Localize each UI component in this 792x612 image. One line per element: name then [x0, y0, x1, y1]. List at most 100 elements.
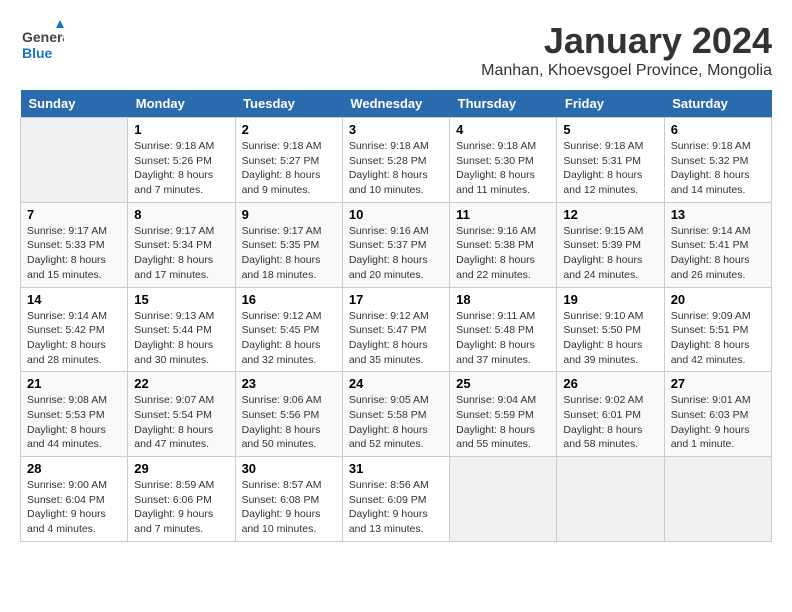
day-number: 16 [242, 292, 336, 307]
day-info: Sunrise: 9:00 AMSunset: 6:04 PMDaylight:… [27, 478, 121, 537]
calendar-cell: 25 Sunrise: 9:04 AMSunset: 5:59 PMDayligh… [450, 372, 557, 457]
calendar-cell: 11Sunrise: 9:16 AMSunset: 5:38 PMDayligh… [450, 202, 557, 287]
calendar-cell [664, 457, 771, 542]
day-info: Sunrise: 9:07 AMSunset: 5:54 PMDaylight:… [134, 393, 228, 452]
day-number: 27 [671, 376, 765, 391]
day-number: 25 [456, 376, 550, 391]
day-number: 9 [242, 207, 336, 222]
day-info: Sunrise: 9:18 AMSunset: 5:27 PMDaylight:… [242, 139, 336, 198]
calendar-day-header: Monday [128, 90, 235, 118]
day-number: 12 [563, 207, 657, 222]
calendar-cell: 18 Sunrise: 9:11 AMSunset: 5:48 PMDayligh… [450, 287, 557, 372]
main-title: January 2024 [481, 20, 772, 62]
day-info: Sunrise: 9:18 AMSunset: 5:30 PMDaylight:… [456, 139, 550, 198]
day-info: Sunrise: 9:11 AMSunset: 5:48 PMDaylight:… [456, 309, 550, 368]
day-number: 26 [563, 376, 657, 391]
day-info: Sunrise: 9:17 AMSunset: 5:33 PMDaylight:… [27, 224, 121, 283]
day-info: Sunrise: 9:16 AMSunset: 5:38 PMDaylight:… [456, 224, 550, 283]
day-number: 23 [242, 376, 336, 391]
calendar-cell: 21 Sunrise: 9:08 AMSunset: 5:53 PMDayligh… [21, 372, 128, 457]
calendar-day-header: Saturday [664, 90, 771, 118]
calendar-cell: 14Sunrise: 9:14 AMSunset: 5:42 PMDayligh… [21, 287, 128, 372]
day-number: 30 [242, 461, 336, 476]
day-info: Sunrise: 9:15 AMSunset: 5:39 PMDaylight:… [563, 224, 657, 283]
calendar-cell: 12 Sunrise: 9:15 AMSunset: 5:39 PMDayligh… [557, 202, 664, 287]
calendar-cell: 4 Sunrise: 9:18 AMSunset: 5:30 PMDaylight… [450, 118, 557, 203]
day-number: 21 [27, 376, 121, 391]
day-number: 28 [27, 461, 121, 476]
calendar-cell: 6 Sunrise: 9:18 AMSunset: 5:32 PMDaylight… [664, 118, 771, 203]
calendar-cell: 9 Sunrise: 9:17 AMSunset: 5:35 PMDaylight… [235, 202, 342, 287]
day-info: Sunrise: 9:18 AMSunset: 5:28 PMDaylight:… [349, 139, 443, 198]
day-info: Sunrise: 9:18 AMSunset: 5:32 PMDaylight:… [671, 139, 765, 198]
day-info: Sunrise: 9:17 AMSunset: 5:35 PMDaylight:… [242, 224, 336, 283]
calendar-day-header: Sunday [21, 90, 128, 118]
calendar-cell [21, 118, 128, 203]
day-number: 10 [349, 207, 443, 222]
logo: General Blue [20, 20, 64, 64]
day-info: Sunrise: 8:59 AMSunset: 6:06 PMDaylight:… [134, 478, 228, 537]
calendar-cell: 13Sunrise: 9:14 AMSunset: 5:41 PMDayligh… [664, 202, 771, 287]
calendar-week-row: 14Sunrise: 9:14 AMSunset: 5:42 PMDayligh… [21, 287, 772, 372]
day-info: Sunrise: 9:02 AMSunset: 6:01 PMDaylight:… [563, 393, 657, 452]
day-info: Sunrise: 9:14 AMSunset: 5:41 PMDaylight:… [671, 224, 765, 283]
day-number: 17 [349, 292, 443, 307]
day-info: Sunrise: 9:09 AMSunset: 5:51 PMDaylight:… [671, 309, 765, 368]
day-number: 7 [27, 207, 121, 222]
calendar-cell: 22 Sunrise: 9:07 AMSunset: 5:54 PMDayligh… [128, 372, 235, 457]
calendar-cell: 31Sunrise: 8:56 AMSunset: 6:09 PMDayligh… [342, 457, 449, 542]
day-number: 15 [134, 292, 228, 307]
logo-icon: General Blue [20, 20, 64, 64]
day-number: 18 [456, 292, 550, 307]
calendar-cell: 10Sunrise: 9:16 AMSunset: 5:37 PMDayligh… [342, 202, 449, 287]
calendar-cell: 30 Sunrise: 8:57 AMSunset: 6:08 PMDayligh… [235, 457, 342, 542]
day-info: Sunrise: 9:05 AMSunset: 5:58 PMDaylight:… [349, 393, 443, 452]
calendar-cell: 27Sunrise: 9:01 AMSunset: 6:03 PMDayligh… [664, 372, 771, 457]
calendar-cell: 15 Sunrise: 9:13 AMSunset: 5:44 PMDayligh… [128, 287, 235, 372]
calendar-table: SundayMondayTuesdayWednesdayThursdayFrid… [20, 90, 772, 542]
calendar-cell: 23 Sunrise: 9:06 AMSunset: 5:56 PMDayligh… [235, 372, 342, 457]
calendar-cell: 26 Sunrise: 9:02 AMSunset: 6:01 PMDayligh… [557, 372, 664, 457]
day-info: Sunrise: 9:10 AMSunset: 5:50 PMDaylight:… [563, 309, 657, 368]
day-number: 19 [563, 292, 657, 307]
day-number: 1 [134, 122, 228, 137]
calendar-cell [557, 457, 664, 542]
day-info: Sunrise: 9:04 AMSunset: 5:59 PMDaylight:… [456, 393, 550, 452]
calendar-cell: 3Sunrise: 9:18 AMSunset: 5:28 PMDaylight… [342, 118, 449, 203]
day-number: 2 [242, 122, 336, 137]
day-number: 5 [563, 122, 657, 137]
svg-text:Blue: Blue [22, 45, 53, 61]
calendar-cell: 1Sunrise: 9:18 AMSunset: 5:26 PMDaylight… [128, 118, 235, 203]
calendar-day-header: Friday [557, 90, 664, 118]
calendar-cell: 7 Sunrise: 9:17 AMSunset: 5:33 PMDaylight… [21, 202, 128, 287]
day-info: Sunrise: 9:13 AMSunset: 5:44 PMDaylight:… [134, 309, 228, 368]
calendar-cell: 5Sunrise: 9:18 AMSunset: 5:31 PMDaylight… [557, 118, 664, 203]
day-info: Sunrise: 8:57 AMSunset: 6:08 PMDaylight:… [242, 478, 336, 537]
day-number: 24 [349, 376, 443, 391]
calendar-cell: 17 Sunrise: 9:12 AMSunset: 5:47 PMDayligh… [342, 287, 449, 372]
calendar-cell: 24 Sunrise: 9:05 AMSunset: 5:58 PMDayligh… [342, 372, 449, 457]
title-area: January 2024 Manhan, Khoevsgoel Province… [481, 20, 772, 80]
day-number: 20 [671, 292, 765, 307]
page-header: General Blue January 2024 Manhan, Khoevs… [20, 20, 772, 80]
calendar-week-row: 21 Sunrise: 9:08 AMSunset: 5:53 PMDayligh… [21, 372, 772, 457]
calendar-cell: 28 Sunrise: 9:00 AMSunset: 6:04 PMDayligh… [21, 457, 128, 542]
calendar-body: 1Sunrise: 9:18 AMSunset: 5:26 PMDaylight… [21, 118, 772, 542]
day-number: 6 [671, 122, 765, 137]
day-number: 8 [134, 207, 228, 222]
calendar-cell: 2 Sunrise: 9:18 AMSunset: 5:27 PMDaylight… [235, 118, 342, 203]
calendar-week-row: 1Sunrise: 9:18 AMSunset: 5:26 PMDaylight… [21, 118, 772, 203]
subtitle: Manhan, Khoevsgoel Province, Mongolia [481, 62, 772, 80]
calendar-day-header: Wednesday [342, 90, 449, 118]
day-info: Sunrise: 9:14 AMSunset: 5:42 PMDaylight:… [27, 309, 121, 368]
calendar-day-header: Tuesday [235, 90, 342, 118]
calendar-day-header: Thursday [450, 90, 557, 118]
day-info: Sunrise: 9:12 AMSunset: 5:47 PMDaylight:… [349, 309, 443, 368]
day-number: 29 [134, 461, 228, 476]
calendar-cell [450, 457, 557, 542]
day-info: Sunrise: 9:06 AMSunset: 5:56 PMDaylight:… [242, 393, 336, 452]
calendar-week-row: 28 Sunrise: 9:00 AMSunset: 6:04 PMDayligh… [21, 457, 772, 542]
day-info: Sunrise: 9:08 AMSunset: 5:53 PMDaylight:… [27, 393, 121, 452]
day-number: 22 [134, 376, 228, 391]
day-number: 4 [456, 122, 550, 137]
